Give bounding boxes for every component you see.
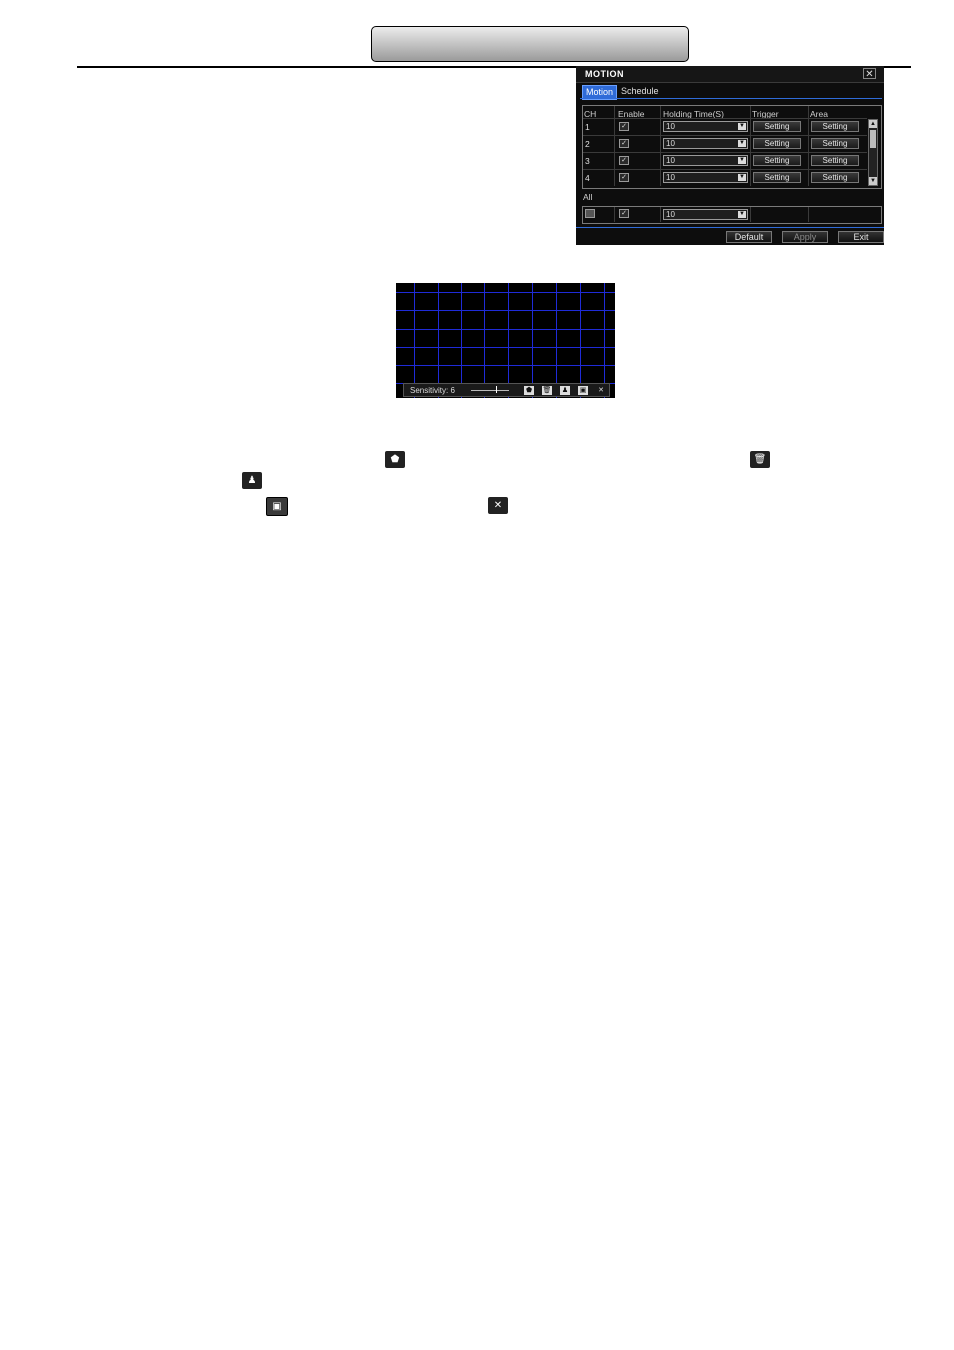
all-holding-time-select[interactable]: 10 ▼ <box>663 209 748 220</box>
enable-checkbox[interactable]: ✓ <box>619 139 629 148</box>
clear-all-icon[interactable]: 🗑 <box>542 386 552 395</box>
area-setting-button[interactable]: Setting <box>811 155 859 166</box>
close-icon[interactable]: ✕ <box>863 68 876 80</box>
test-icon[interactable]: ♟ <box>560 386 570 395</box>
select-all-icon: ⬟ <box>385 451 405 468</box>
grid-line <box>396 310 615 311</box>
grid-line <box>438 283 439 398</box>
scroll-down-icon[interactable]: ▼ <box>869 177 877 185</box>
holding-time-select[interactable]: 10 ▼ <box>663 172 748 183</box>
channel-number: 3 <box>585 156 590 166</box>
holding-time-value: 10 <box>666 173 675 182</box>
trigger-setting-button[interactable]: Setting <box>753 121 801 132</box>
grid-line <box>604 283 605 398</box>
sensitivity-slider[interactable] <box>471 390 509 391</box>
exit-button[interactable]: Exit <box>838 231 884 243</box>
grid-line <box>484 283 485 398</box>
close-icon[interactable]: ✕ <box>596 386 606 395</box>
all-enable-checkbox[interactable]: ✓ <box>619 209 629 218</box>
holding-time-value: 10 <box>666 156 675 165</box>
grid-line <box>396 329 615 330</box>
table-scrollbar[interactable]: ▲ ▼ <box>868 119 878 186</box>
close-icon: ✕ <box>488 497 508 514</box>
sensitivity-value: 6 <box>450 386 455 395</box>
holding-time-value: 10 <box>666 122 675 131</box>
save-icon: ▣ <box>266 497 288 516</box>
scroll-up-icon[interactable]: ▲ <box>869 120 877 128</box>
motion-area-grid[interactable]: Sensitivity: 6 ⬟ 🗑 ♟ ▣ ✕ <box>396 283 615 398</box>
column-divider <box>614 207 615 222</box>
trigger-setting-button[interactable]: Setting <box>753 172 801 183</box>
grid-line <box>580 283 581 398</box>
grid-line <box>508 283 509 398</box>
enable-checkbox[interactable]: ✓ <box>619 156 629 165</box>
chevron-down-icon: ▼ <box>738 174 746 181</box>
holding-time-select[interactable]: 10 ▼ <box>663 138 748 149</box>
apply-button[interactable]: Apply <box>782 231 828 243</box>
all-label: All <box>583 192 593 202</box>
chevron-down-icon: ▼ <box>738 123 746 130</box>
area-setting-button[interactable]: Setting <box>811 172 859 183</box>
test-icon: ♟ <box>242 472 262 489</box>
grid-line <box>532 283 533 398</box>
area-setting-button[interactable]: Setting <box>811 121 859 132</box>
row-divider <box>583 152 867 153</box>
enable-checkbox[interactable]: ✓ <box>619 173 629 182</box>
clear-all-icon: 🗑 <box>750 451 770 468</box>
default-button[interactable]: Default <box>726 231 772 243</box>
sensitivity-slider-knob[interactable] <box>496 386 497 393</box>
enable-checkbox[interactable]: ✓ <box>619 122 629 131</box>
area-toolbar: Sensitivity: 6 ⬟ 🗑 ♟ ▣ ✕ <box>403 383 610 397</box>
column-divider <box>808 207 809 222</box>
chevron-down-icon: ▼ <box>738 211 746 218</box>
row-divider <box>583 135 867 136</box>
grid-line <box>396 365 615 366</box>
tab-underline <box>580 98 882 99</box>
channel-number: 4 <box>585 173 590 183</box>
holding-time-value: 10 <box>666 210 675 219</box>
channel-number: 2 <box>585 139 590 149</box>
motion-dialog: MOTION ✕ Motion Schedule CH Enable Holdi… <box>576 66 884 245</box>
grid-line <box>396 347 615 348</box>
save-icon[interactable]: ▣ <box>578 386 588 395</box>
grid-line <box>396 292 615 293</box>
trigger-setting-button[interactable]: Setting <box>753 155 801 166</box>
column-divider <box>660 207 661 222</box>
footer-divider <box>576 227 884 228</box>
all-select-checkbox[interactable] <box>585 209 595 218</box>
area-setting-button[interactable]: Setting <box>811 138 859 149</box>
chevron-down-icon: ▼ <box>738 140 746 147</box>
grid-line <box>414 283 415 398</box>
header-tab-graphic <box>371 26 689 62</box>
grid-line <box>556 283 557 398</box>
row-divider <box>583 118 867 119</box>
dialog-title: MOTION <box>585 69 624 79</box>
column-divider <box>750 207 751 222</box>
holding-time-select[interactable]: 10 ▼ <box>663 155 748 166</box>
select-all-icon[interactable]: ⬟ <box>524 386 534 395</box>
scroll-thumb[interactable] <box>870 130 876 148</box>
channel-number: 1 <box>585 122 590 132</box>
grid-line <box>461 283 462 398</box>
holding-time-select[interactable]: 10 ▼ <box>663 121 748 132</box>
row-divider <box>583 169 867 170</box>
sensitivity-label: Sensitivity: <box>410 386 449 395</box>
holding-time-value: 10 <box>666 139 675 148</box>
trigger-setting-button[interactable]: Setting <box>753 138 801 149</box>
dialog-titlebar: MOTION ✕ <box>576 66 884 83</box>
tab-schedule[interactable]: Schedule <box>618 85 662 98</box>
chevron-down-icon: ▼ <box>738 157 746 164</box>
sensitivity-readout: Sensitivity: 6 <box>410 386 455 395</box>
